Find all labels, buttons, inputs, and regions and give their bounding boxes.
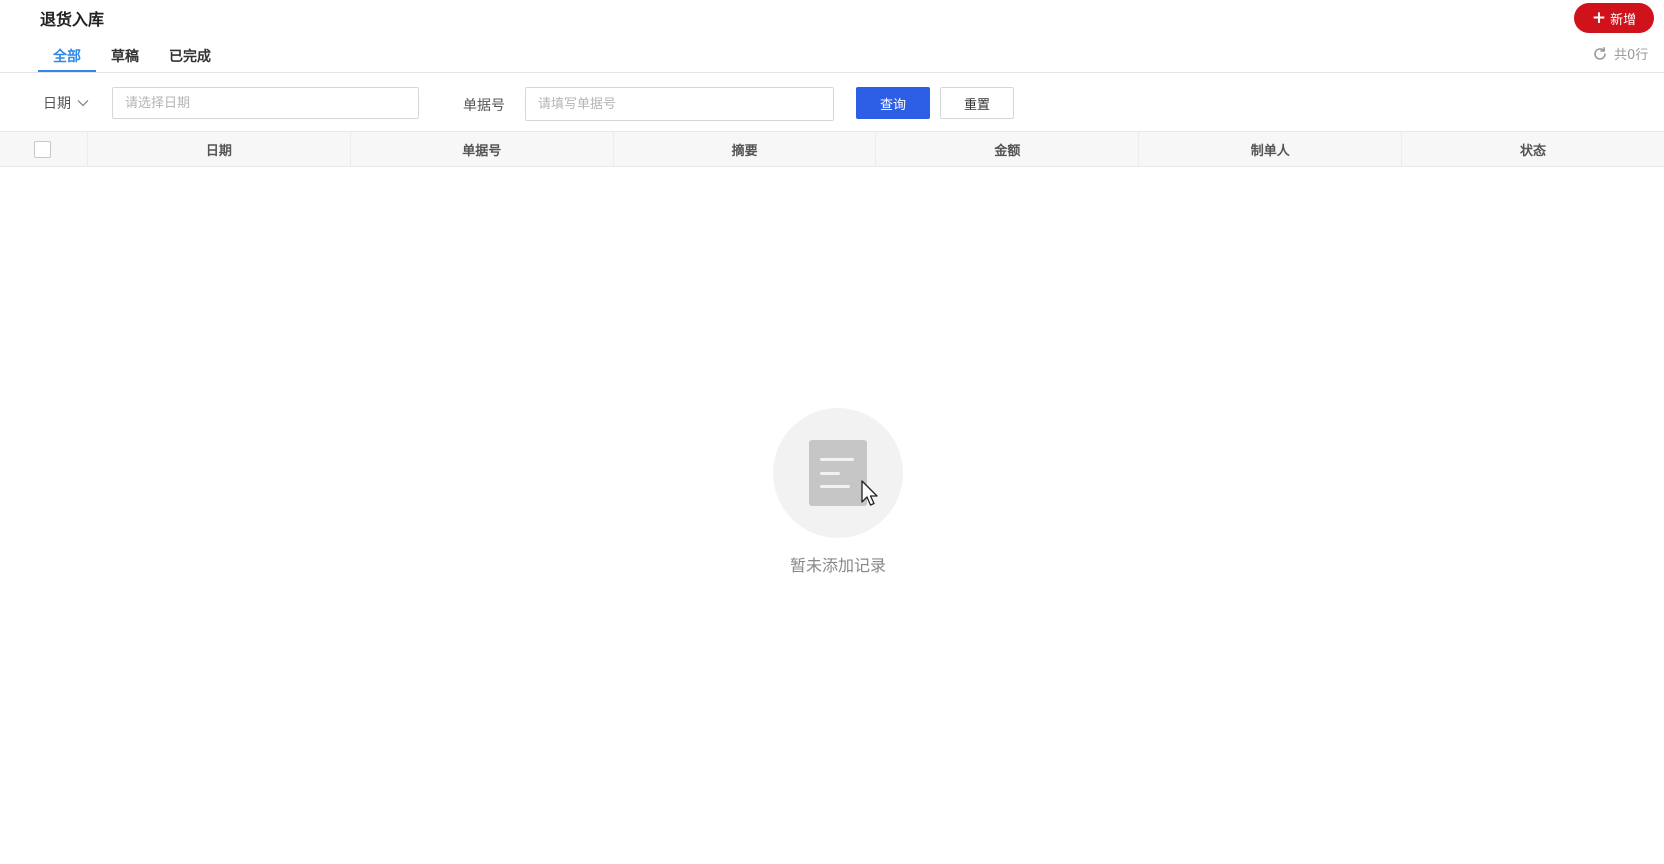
tab-completed[interactable]: 已完成: [154, 40, 226, 73]
date-input[interactable]: [112, 87, 419, 119]
chevron-down-icon: [77, 99, 89, 107]
tab-draft[interactable]: 草稿: [96, 40, 154, 73]
date-type-select[interactable]: 日期: [43, 93, 89, 113]
select-all-cell: [0, 132, 88, 166]
add-button[interactable]: + 新增: [1574, 3, 1654, 33]
bill-number-label: 单据号: [463, 98, 505, 114]
column-header-status[interactable]: 状态: [1402, 132, 1664, 166]
table-header: 日期 单据号 摘要 金额 制单人 状态: [0, 131, 1664, 167]
column-header-bill-number[interactable]: 单据号: [351, 132, 614, 166]
date-type-label: 日期: [43, 96, 71, 112]
tab-all[interactable]: 全部: [38, 40, 96, 73]
bill-number-input[interactable]: [525, 87, 834, 121]
page-title: 退货入库: [40, 10, 105, 29]
tab-bar: 全部 草稿 已完成: [38, 40, 226, 73]
row-count: 共0行: [1592, 44, 1648, 63]
empty-state-text: 暂未添加记录: [789, 556, 886, 575]
column-header-summary[interactable]: 摘要: [614, 132, 877, 166]
column-header-amount[interactable]: 金额: [876, 132, 1140, 166]
column-header-date[interactable]: 日期: [88, 132, 351, 166]
plus-icon: +: [1591, 7, 1607, 28]
query-button[interactable]: 查询: [856, 87, 930, 119]
mouse-cursor-icon: [860, 480, 880, 512]
select-all-checkbox[interactable]: [34, 140, 51, 158]
reset-button[interactable]: 重置: [940, 87, 1014, 119]
page: 退货入库 + 新增 全部 草稿 已完成 共0行 日期 单据号 查询 重置: [0, 0, 1664, 864]
header-divider: [0, 72, 1664, 73]
refresh-icon[interactable]: [1592, 46, 1608, 62]
column-header-creator[interactable]: 制单人: [1139, 132, 1403, 166]
add-button-label: 新增: [1610, 12, 1637, 28]
document-icon: [809, 440, 867, 506]
row-count-text: 共0行: [1614, 48, 1649, 63]
